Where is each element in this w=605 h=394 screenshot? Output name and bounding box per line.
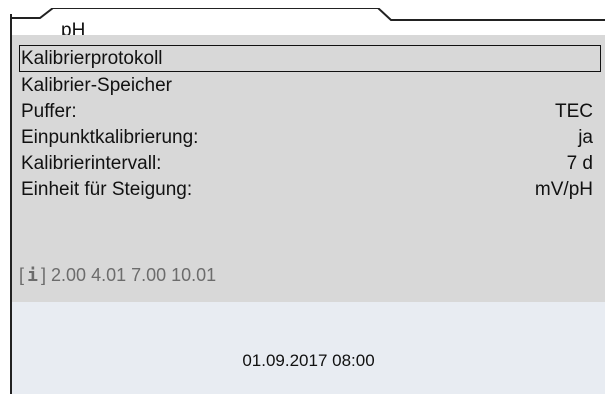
menu-list: Kalibrierprotokoll Kalibrier-Speicher Pu… bbox=[12, 45, 605, 203]
status-footer: 01.09.2017 08:00 bbox=[12, 302, 605, 394]
menu-item-einheit-fuer-steigung[interactable]: Einheit für Steigung: mV/pH bbox=[12, 177, 605, 202]
menu-item-kalibrier-speicher[interactable]: Kalibrier-Speicher bbox=[12, 73, 605, 98]
menu-item-label: Kalibrier-Speicher bbox=[21, 75, 173, 96]
menu-item-value: 7 d bbox=[566, 153, 593, 174]
menu-item-label: Einpunktkalibrierung: bbox=[21, 127, 199, 148]
menu-item-label: Kalibrierprotokoll bbox=[21, 48, 163, 69]
buffer-values-text: 2.00 4.01 7.00 10.01 bbox=[46, 265, 217, 285]
menu-item-puffer[interactable]: Puffer: TEC bbox=[12, 99, 605, 124]
tab-outline bbox=[10, 8, 605, 21]
instrument-screen: pH Kalibrierprotokoll Kalibrier-Speicher… bbox=[10, 8, 605, 394]
menu-item-einpunktkalibrierung[interactable]: Einpunktkalibrierung: ja bbox=[12, 125, 605, 150]
menu-item-label: Einheit für Steigung: bbox=[21, 179, 193, 200]
menu-item-kalibrierintervall[interactable]: Kalibrierintervall: 7 d bbox=[12, 151, 605, 176]
menu-item-kalibrierprotokoll[interactable]: Kalibrierprotokoll bbox=[19, 45, 601, 72]
menu-item-value: ja bbox=[578, 127, 593, 148]
buffer-info-line: [i] 2.00 4.01 7.00 10.01 bbox=[19, 263, 216, 288]
date-time: 01.09.2017 08:00 bbox=[242, 351, 375, 370]
calibration-settings-panel: Kalibrierprotokoll Kalibrier-Speicher Pu… bbox=[12, 35, 605, 302]
menu-item-label: Puffer: bbox=[21, 101, 77, 122]
menu-item-value: mV/pH bbox=[534, 179, 593, 200]
info-icon: i bbox=[27, 265, 38, 286]
menu-item-label: Kalibrierintervall: bbox=[21, 153, 162, 174]
menu-item-value: TEC bbox=[555, 101, 593, 122]
